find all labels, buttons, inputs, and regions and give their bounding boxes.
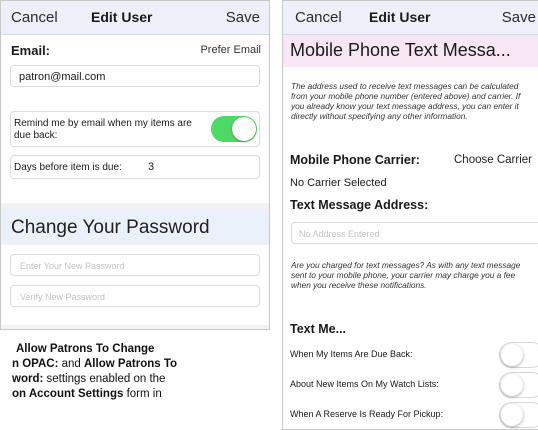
cancel-button[interactable]: Cancel [295, 9, 342, 26]
option-reserve-ready-label: When A Reserve Is Ready For Pickup: [290, 409, 444, 419]
option-reserve-ready-toggle[interactable] [499, 402, 538, 428]
caption-bold: on Account Settings [12, 388, 124, 400]
toggle-knob [501, 404, 523, 426]
option-watch-list-toggle[interactable] [499, 372, 538, 398]
text-messaging-section: The address used to receive text message… [283, 67, 538, 429]
text-address-field[interactable]: No Address Entered [291, 222, 538, 244]
caption-text: form in [123, 388, 162, 400]
caption-bold: Allow Patrons To [84, 358, 178, 370]
cancel-button[interactable]: Cancel [11, 9, 58, 26]
edit-user-screen-left: Cancel Edit User Save Email: Prefer Emai… [0, 0, 270, 330]
text-messaging-header: Mobile Phone Text Messa... [283, 35, 538, 67]
choose-carrier-button[interactable]: Choose Carrier [454, 154, 532, 166]
caption: Allow Patrons To Change n OPAC: and Allo… [0, 342, 270, 402]
change-password-heading: Change Your Password [11, 217, 210, 238]
nav-bar: Cancel Edit User Save [283, 1, 538, 35]
remind-label: Remind me by email when my items are due… [14, 118, 192, 141]
caption-line-3: word: settings enabled on the [0, 372, 270, 387]
caption-bold: n OPAC: [12, 358, 59, 370]
change-password-header: Change Your Password [1, 209, 269, 245]
option-watch-list-label: About New Items On My Watch Lists: [290, 379, 439, 389]
nav-title: Edit User [91, 9, 153, 25]
text-address-placeholder: No Address Entered [299, 229, 380, 239]
charge-warning-text: Are you charged for text messages? As wi… [291, 260, 521, 290]
caption-text: and [58, 358, 84, 370]
toggle-knob [501, 374, 523, 396]
caption-bold: word: [12, 373, 44, 385]
option-due-back-toggle[interactable] [499, 342, 538, 368]
save-button[interactable]: Save [502, 9, 536, 26]
email-label: Email: [11, 43, 51, 58]
caption-bold: Allow Patrons To Change [16, 343, 155, 355]
days-label: Days before item is due: [14, 162, 122, 173]
toggle-knob [501, 344, 523, 366]
text-me-label: Text Me... [290, 322, 347, 336]
email-settings-section: Email: Prefer Email patron@mail.com Remi… [1, 35, 269, 203]
prefer-email-option[interactable]: Prefer Email [200, 44, 261, 56]
toggle-knob [232, 117, 256, 141]
edit-user-screen-right: Cancel Edit User Save Mobile Phone Text … [282, 0, 538, 430]
carrier-label: Mobile Phone Carrier: [290, 153, 420, 167]
nav-bar: Cancel Edit User Save [1, 1, 269, 35]
save-button[interactable]: Save [226, 9, 260, 26]
intro-text: The address used to receive text message… [291, 81, 521, 121]
email-field[interactable]: patron@mail.com [10, 65, 260, 87]
caption-line-4: on Account Settings form in [0, 387, 270, 402]
caption-line-2: n OPAC: and Allow Patrons To [0, 357, 270, 372]
days-input[interactable]: 3 [148, 161, 154, 173]
new-password-placeholder: Enter Your New Password [20, 261, 125, 271]
caption-line-1: Allow Patrons To Change [0, 342, 270, 357]
nav-title: Edit User [369, 9, 431, 25]
text-messaging-heading: Mobile Phone Text Messa... [290, 40, 511, 60]
text-address-label: Text Message Address: [290, 198, 429, 212]
verify-password-field[interactable]: Verify New Password [10, 285, 260, 307]
remind-toggle[interactable] [211, 116, 257, 142]
password-section: Enter Your New Password Verify New Passw… [1, 245, 269, 325]
email-value: patron@mail.com [19, 71, 106, 83]
caption-text: settings enabled on the [43, 373, 166, 385]
days-row: Days before item is due: 3 [10, 155, 260, 179]
carrier-value: No Carrier Selected [290, 177, 387, 189]
verify-password-placeholder: Verify New Password [20, 292, 106, 302]
option-due-back-label: When My Items Are Due Back: [290, 349, 413, 359]
new-password-field[interactable]: Enter Your New Password [10, 254, 260, 276]
